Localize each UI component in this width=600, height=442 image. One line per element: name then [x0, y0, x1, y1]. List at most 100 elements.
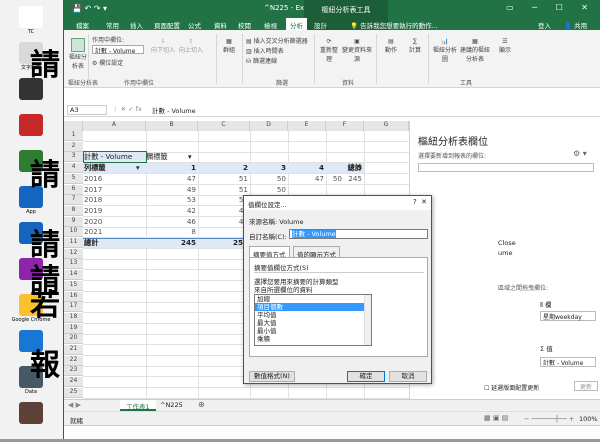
pivot-table-button[interactable]: 樞紐分析表	[68, 38, 88, 70]
row-header[interactable]: 7	[64, 195, 83, 206]
column-header[interactable]: E	[288, 121, 326, 131]
ok-button[interactable]: 確定	[347, 371, 385, 382]
pivot-column-header[interactable]: 1	[146, 163, 196, 173]
pivot-value-cell[interactable]	[288, 185, 324, 195]
pivot-value-cell[interactable]	[344, 185, 362, 195]
pivot-value-cell[interactable]: 49	[198, 206, 248, 216]
tab-show-values-as[interactable]: 值的顯示方式	[293, 246, 340, 259]
ribbon-tab[interactable]: 公式	[184, 18, 205, 30]
defer-update-checkbox[interactable]: ☐ 延遲版面配置更新	[484, 383, 539, 392]
function-list-item[interactable]: 加總	[255, 295, 371, 303]
drill-up-button[interactable]: ⇧ 向上切入	[178, 38, 204, 54]
pivot-row-item[interactable]: 2021	[84, 227, 146, 237]
row-header[interactable]: 18	[64, 312, 83, 323]
update-button[interactable]: 更新	[574, 381, 598, 391]
pivot-grand-total-cell[interactable]: 259	[198, 238, 248, 248]
sheet-tab[interactable]: ^N225	[160, 401, 183, 409]
row-header[interactable]: 5	[64, 173, 83, 184]
pivot-value-cell[interactable]: 48	[198, 217, 248, 227]
function-list-item[interactable]: 項目個數	[255, 303, 371, 311]
pivot-value-header[interactable]: 計數 - Volume	[83, 151, 147, 164]
sign-in-link[interactable]: 登入	[534, 18, 555, 30]
row-header[interactable]: 20	[64, 334, 83, 345]
pivot-row-item[interactable]: 2017	[84, 185, 146, 195]
pivot-value-cell[interactable]: 51	[198, 185, 248, 195]
ribbon-tab[interactable]: 校閱	[234, 18, 255, 30]
add-sheet-icon[interactable]: ⊕	[198, 400, 205, 409]
zoom-slider[interactable]: − ──────┼── +	[524, 415, 574, 423]
drill-down-button[interactable]: ⇩ 向下切入	[150, 38, 176, 54]
pivot-value-cell[interactable]: 8	[146, 227, 196, 237]
field-item[interactable]: ume	[498, 249, 512, 257]
pivotchart-button[interactable]: 📊 樞紐分析圖	[432, 38, 458, 63]
row-header[interactable]: 1	[64, 131, 83, 141]
function-list-item[interactable]: 乘積	[255, 335, 371, 343]
field-settings-button[interactable]: ⚙ 欄位設定	[92, 58, 123, 67]
pivot-value-cell[interactable]: 50	[250, 174, 286, 184]
row-header[interactable]: 22	[64, 355, 83, 366]
pivot-column-header[interactable]: 4	[288, 163, 324, 173]
pivot-value-cell[interactable]: 51	[198, 174, 248, 184]
row-header[interactable]: 19	[64, 323, 83, 334]
insert-slicer-button[interactable]: ▤ 插入交叉分析篩選器	[246, 36, 308, 45]
column-header[interactable]: B	[146, 121, 198, 131]
function-list-item[interactable]: 平均值	[255, 311, 371, 319]
column-header[interactable]: G	[364, 121, 409, 131]
field-search-input[interactable]	[418, 163, 594, 172]
refresh-button[interactable]: ⟳ 重新整理	[318, 38, 340, 63]
column-header[interactable]: A	[83, 121, 146, 131]
pivot-column-header[interactable]: 3	[250, 163, 286, 173]
function-list-item[interactable]: 最大值	[255, 319, 371, 327]
custom-name-input[interactable]: 計數 - Volume	[289, 229, 428, 239]
ribbon-tab[interactable]: 設計	[310, 18, 331, 30]
row-header[interactable]: 13	[64, 259, 83, 270]
actions-button[interactable]: ▤ 動作	[380, 38, 402, 54]
row-header[interactable]: 6	[64, 184, 83, 195]
row-header[interactable]: 15	[64, 280, 83, 291]
show-button[interactable]: ☰ 顯示	[494, 38, 516, 54]
group-button[interactable]: ▦ 群組	[220, 38, 238, 54]
cancel-button[interactable]: 取消	[389, 371, 427, 382]
pivot-value-cell[interactable]: 47	[146, 174, 196, 184]
pivot-value-cell[interactable]: 42	[146, 206, 196, 216]
row-header[interactable]: 3	[64, 152, 83, 163]
pivot-value-cell[interactable]: 50	[250, 185, 286, 195]
row-header[interactable]: 12	[64, 248, 83, 259]
row-header[interactable]: 23	[64, 366, 83, 377]
field-item[interactable]: Close	[498, 239, 516, 247]
pivot-value-cell[interactable]: 46	[146, 217, 196, 227]
filter-dropdown-icon[interactable]: ▾	[136, 163, 144, 173]
pivot-grand-total-label[interactable]: 總計	[84, 238, 146, 248]
pane-settings-gear-icon[interactable]: ⚙ ▾	[573, 149, 587, 158]
ribbon-tab[interactable]: 常用	[102, 18, 123, 30]
ribbon-tab[interactable]: 檔案	[72, 18, 93, 30]
share-button[interactable]: 👤 共用	[560, 18, 591, 30]
desktop-icon[interactable]	[0, 400, 62, 442]
ribbon-tab[interactable]: 頁面配置	[150, 18, 184, 30]
view-buttons[interactable]: ▦ ▣ ▤	[484, 414, 508, 422]
active-field-input[interactable]: 計數 - Volume	[92, 45, 144, 55]
pivot-value-cell[interactable]: 245	[344, 174, 362, 184]
pivot-value-cell[interactable]: 47	[288, 174, 324, 184]
ribbon-tab[interactable]: 插入	[126, 18, 147, 30]
recommended-pivot-button[interactable]: ▦ 建議的樞紐分析表	[460, 38, 490, 63]
close-icon[interactable]: ? ✕	[413, 198, 427, 206]
row-header[interactable]: 9	[64, 216, 83, 227]
pivot-value-cell[interactable]: 49	[146, 185, 196, 195]
row-header[interactable]: 4	[64, 163, 83, 174]
calculations-button[interactable]: ∑ 計算	[404, 38, 426, 54]
pivot-value-cell[interactable]	[326, 185, 342, 195]
quick-access-toolbar[interactable]: 💾 ↶ ↷ ▾	[72, 4, 107, 13]
function-list-item[interactable]: 最小值	[255, 327, 371, 335]
row-header[interactable]: 8	[64, 205, 83, 216]
pivot-value-cell[interactable]: 8	[198, 227, 248, 237]
row-header[interactable]: 11	[64, 238, 83, 248]
filter-connections-button[interactable]: ⛁ 篩選連線	[246, 56, 277, 65]
tell-me-box[interactable]: 💡 告訴我您想要執行的動作...	[346, 18, 442, 30]
pivot-row-item[interactable]: 2019	[84, 206, 146, 216]
pivot-value-cell[interactable]: 50	[326, 174, 342, 184]
pivot-grand-total-cell[interactable]: 245	[146, 238, 196, 248]
row-header[interactable]: 24	[64, 377, 83, 388]
change-source-button[interactable]: ▣ 變更資料來源	[342, 38, 372, 63]
column-header[interactable]: D	[250, 121, 288, 131]
